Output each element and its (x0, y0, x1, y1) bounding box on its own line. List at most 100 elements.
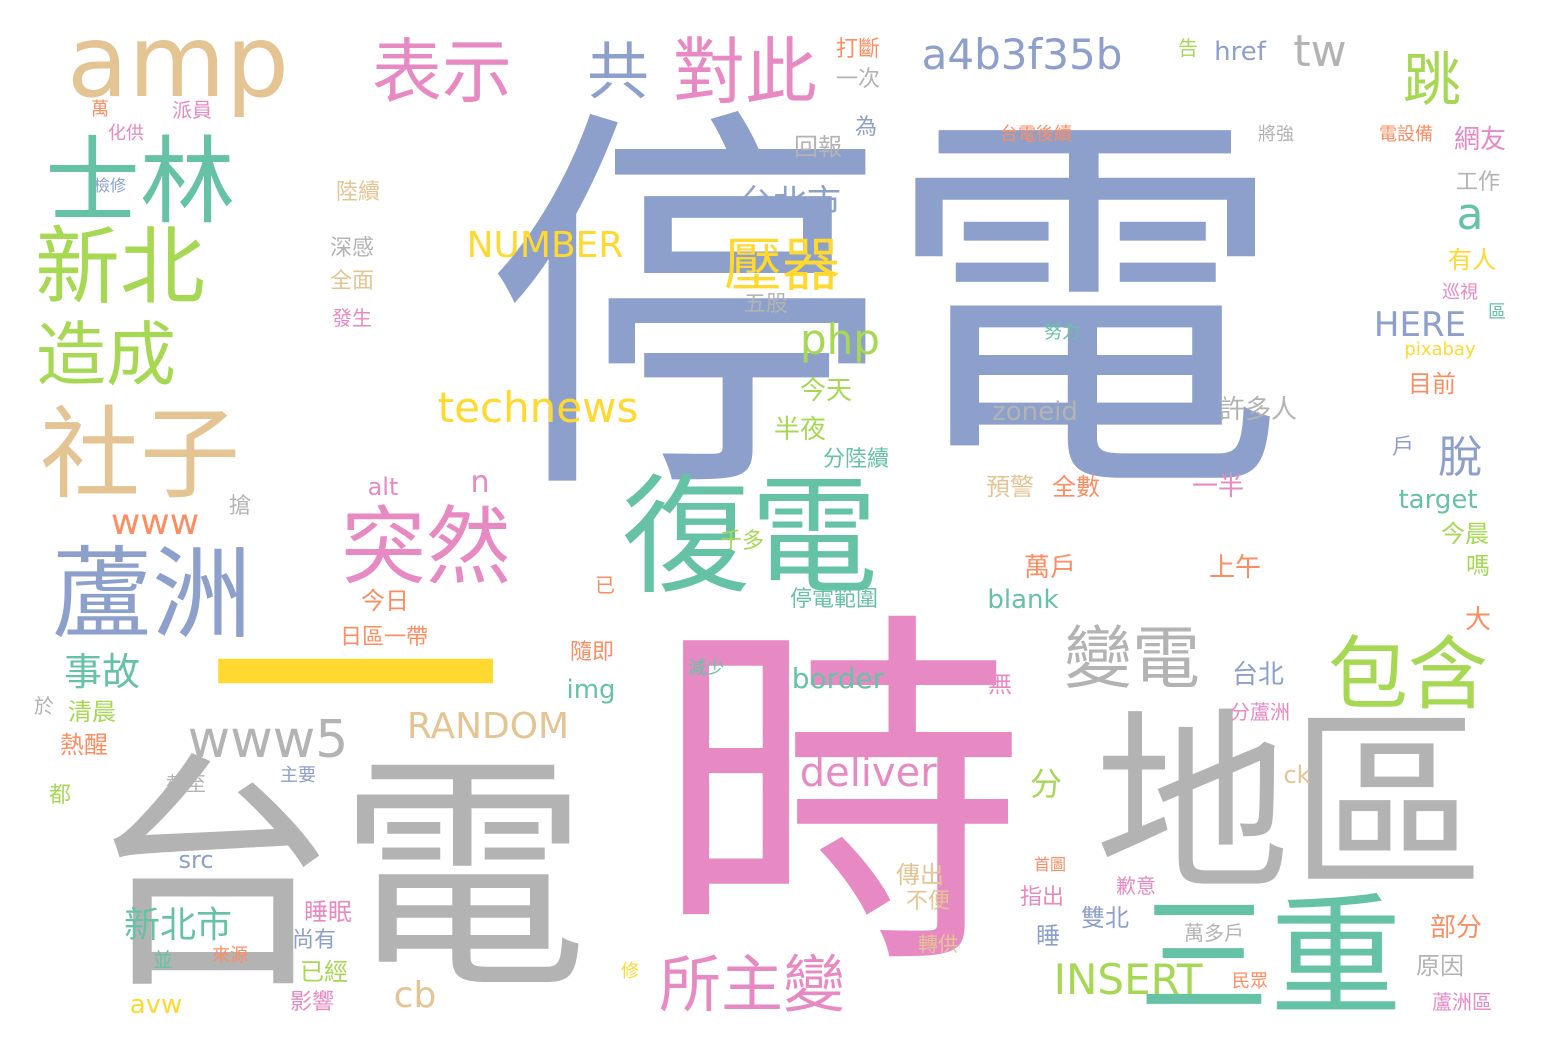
word-biandian: 變電 (1063, 620, 1201, 699)
word-shuimian: 睡眠 (304, 898, 352, 926)
word-wu: 無 (988, 670, 1012, 698)
word-quanshu: 全數 (1052, 473, 1100, 501)
word-yu: 於 (34, 694, 54, 718)
word-qianyi: 歉意 (1116, 874, 1156, 898)
word-a: a (1456, 189, 1484, 240)
word-suiji: 隨即 (569, 640, 615, 665)
word-shui: 睡 (1036, 922, 1060, 950)
word-ma: 嗎 (1466, 552, 1490, 580)
word-tingdianfanwei: 停電範圍 (789, 587, 879, 612)
word-gongzuo: 工作 (1455, 170, 1501, 195)
word-taibeishi: 台北市 (739, 183, 841, 223)
word-yijing: 已經 (300, 958, 348, 986)
word-dou: 都 (48, 783, 72, 808)
word-zhichu: 指出 (1019, 885, 1065, 910)
word-xinbei: 新北 (34, 218, 206, 318)
word-yujing: 預警 (986, 473, 1034, 501)
word-jinri: 今日 (361, 587, 409, 615)
word-laiyuan: 來源 (212, 945, 248, 966)
word-huibao: 回報 (794, 133, 842, 161)
word-wangyou: 網友 (1453, 125, 1507, 155)
word-muqian: 目前 (1408, 370, 1456, 398)
word-zhuyao: 主要 (280, 765, 316, 786)
word-paiyuan: 派員 (172, 98, 212, 122)
word-bing: 並 (153, 948, 173, 972)
word-baohan: 包含 (1328, 628, 1488, 721)
word-border: border (791, 662, 885, 695)
word-wugu: 五股 (743, 292, 789, 317)
word-luzhouqu: 蘆洲區 (1432, 990, 1492, 1014)
word-turan: 突然 (340, 498, 512, 598)
word-target: target (1398, 485, 1478, 515)
word-here: HERE (1373, 305, 1467, 345)
word-minzhong: 民眾 (1232, 971, 1268, 992)
word-alt: alt (367, 473, 399, 501)
word-avw: avw (129, 990, 183, 1020)
word-ck: ck (1283, 761, 1311, 789)
word-jinchen: 今晨 (1441, 520, 1489, 548)
word-fasheng: 發生 (332, 306, 372, 330)
word-luzhou: 蘆洲 (52, 536, 252, 653)
word-jianxiu: 檢修 (93, 176, 127, 195)
word-luxu: 陸續 (335, 180, 381, 205)
word-biaoshi: 表示 (372, 31, 512, 113)
word-yi2: 已 (595, 573, 615, 597)
word-cb: cb (393, 975, 437, 1016)
word-youren: 有人 (1448, 246, 1496, 274)
word-xiu: 修 (621, 961, 639, 982)
word-href: href (1214, 37, 1266, 67)
word-wanduohu: 萬多戶 (1184, 921, 1244, 945)
word-yingxiang: 影響 (289, 990, 335, 1015)
word-banye: 半夜 (773, 415, 827, 445)
word-wan: 萬 (91, 99, 109, 120)
word-xuduoren: 許多人 (1218, 395, 1298, 425)
word-daduan: 打斷 (835, 37, 881, 62)
word-taibei: 台北 (1231, 660, 1285, 690)
word-jianshao: 減少 (688, 658, 724, 679)
word-zoneid: zoneid (992, 397, 1078, 427)
word-number: NUMBER (466, 225, 624, 266)
word-blank: blank (987, 585, 1059, 615)
word-tuo: 脫 (1438, 432, 1482, 483)
word-wanhu: 萬戶 (1023, 553, 1077, 583)
word-cloud: 停電 時 台電 地區 一 三重 復電 amp 士林 新北 社子 蘆洲 造成 表示… (0, 0, 1548, 1052)
word-shoutu: 首圖 (1033, 855, 1067, 874)
word-pixabay: pixabay (1404, 339, 1476, 360)
word-shilin: 士林 (44, 127, 236, 238)
word-shengan: 深感 (329, 236, 375, 261)
word-fenluxu: 分陸續 (822, 447, 890, 472)
word-bufen: 部分 (1429, 913, 1483, 943)
word-tiao: 跳 (1402, 46, 1462, 114)
word-img: img (566, 675, 616, 705)
word-shigu: 事故 (63, 650, 141, 694)
word-huagong: 化供 (108, 123, 144, 144)
word-yaqi: 壓器 (723, 231, 841, 299)
word-n: n (470, 465, 490, 500)
word-shuangbei: 雙北 (1081, 904, 1129, 932)
word-hu: 戶 (1391, 435, 1415, 460)
word-da: 大 (1464, 605, 1492, 635)
word-gao: 告 (1178, 36, 1198, 60)
word-fenluzhou: 分蘆洲 (1230, 700, 1290, 724)
word-zhuangong: 轉供 (918, 932, 958, 956)
word-php: php (800, 315, 880, 364)
word-amp: amp (66, 3, 290, 120)
word-suozhubian: 所主變 (658, 948, 846, 1021)
word-www5: www5 (187, 710, 349, 770)
word-shangwu: 上午 (1208, 553, 1262, 583)
word-fen: 分 (1029, 765, 1063, 803)
word-yici: 一次 (835, 67, 881, 92)
word-technews: technews (437, 383, 639, 432)
word-quanmian: 全面 (329, 269, 375, 294)
word-chuanchu: 傳出 (896, 861, 944, 889)
word-shezi: 社子 (40, 396, 240, 513)
word-jintian: 今天 (799, 376, 853, 406)
word-delivery: delivery (799, 750, 961, 796)
word-qu: 區 (1488, 302, 1506, 323)
word-nuli: 努力 (1044, 322, 1080, 343)
word-random: RANDOM (406, 706, 570, 747)
word-xinbeishi: 新北市 (123, 905, 233, 946)
word-www: www (110, 502, 200, 543)
word-jiangqiang: 將強 (1258, 124, 1294, 145)
word-xunshi: 巡視 (1442, 282, 1478, 303)
